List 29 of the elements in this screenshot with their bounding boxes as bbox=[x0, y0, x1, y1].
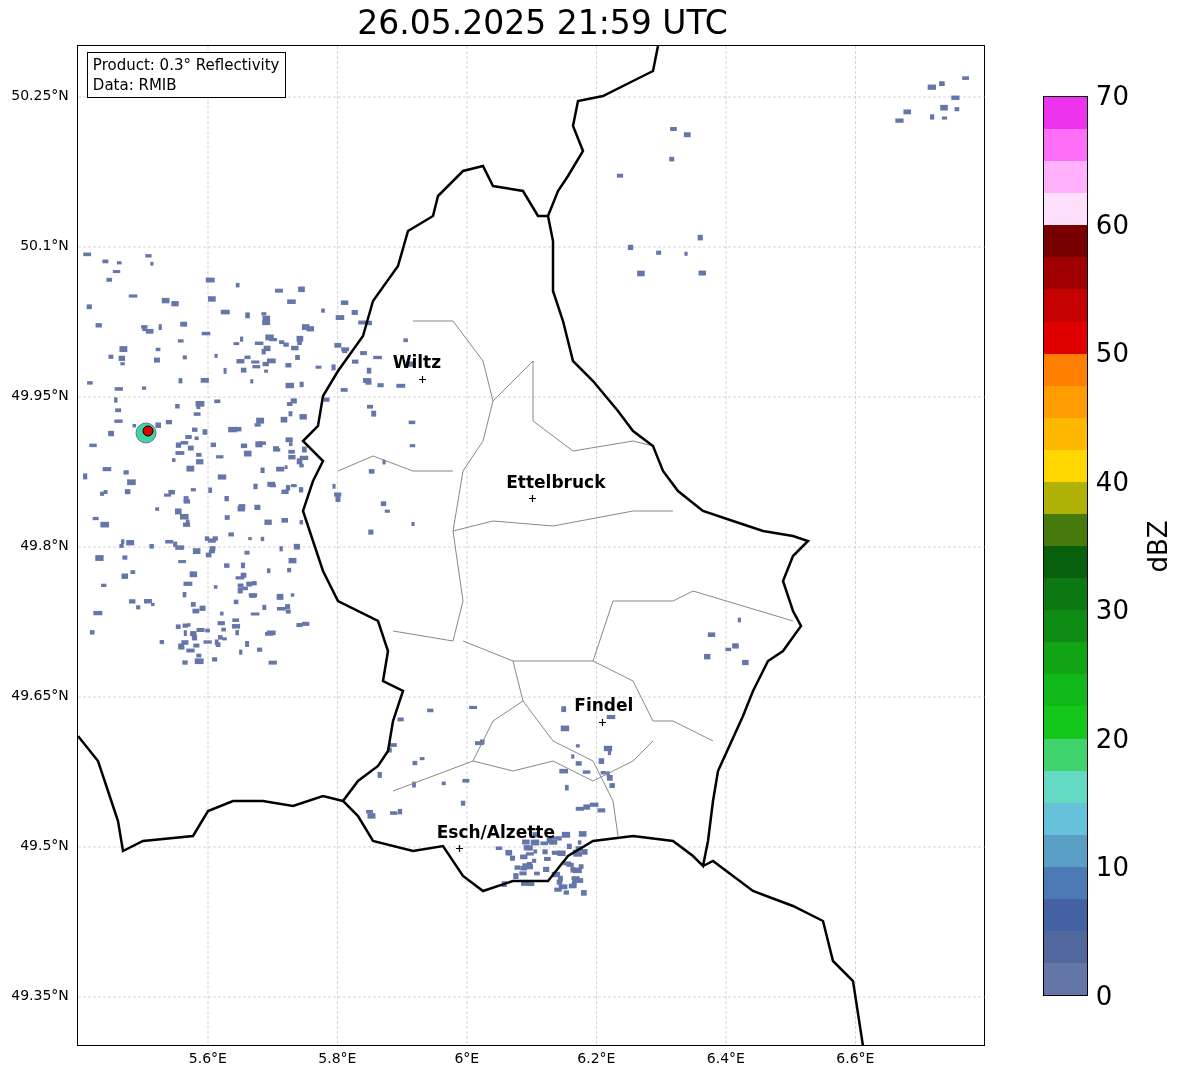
city-label: Esch/Alzette bbox=[436, 824, 555, 841]
colorbar-tick-label: 50 bbox=[1095, 340, 1129, 367]
colorbar-tick-label: 30 bbox=[1095, 597, 1129, 624]
latitude-label: 50.25°N bbox=[11, 88, 69, 102]
latitude-label: 49.5°N bbox=[20, 838, 69, 852]
chart-title: 26.05.2025 21:59 UTC bbox=[357, 6, 728, 39]
latitude-label: 50.1°N bbox=[20, 238, 69, 252]
colorbar-tick-label: 60 bbox=[1095, 211, 1129, 238]
latitude-label: 49.35°N bbox=[11, 988, 69, 1002]
longitude-label: 6.4°E bbox=[706, 1051, 745, 1065]
longitude-label: 6°E bbox=[454, 1051, 480, 1065]
info-text: Product: 0.3° Reflectivity bbox=[92, 55, 280, 75]
longitude-label: 5.8°E bbox=[318, 1051, 357, 1065]
colorbar-tick-label: 20 bbox=[1095, 725, 1129, 752]
colorbar-tick-label: 70 bbox=[1095, 83, 1129, 109]
longitude-label: 6.2°E bbox=[577, 1051, 616, 1065]
latitude-label: 49.8°N bbox=[20, 538, 69, 552]
city-label: Findel bbox=[574, 697, 634, 714]
city-label: Wiltz bbox=[392, 354, 442, 371]
longitude-label: 5.6°E bbox=[188, 1051, 227, 1065]
latitude-label: 49.65°N bbox=[11, 688, 69, 702]
colorbar-tick-label: 40 bbox=[1095, 468, 1129, 495]
colorbar-tick-label: 10 bbox=[1095, 854, 1129, 881]
longitude-label: 6.6°E bbox=[836, 1051, 875, 1065]
info-text: Data: RMIB bbox=[92, 75, 178, 95]
city-label: Ettelbruck bbox=[506, 474, 606, 491]
colorbar-label: dBZ bbox=[1141, 519, 1174, 573]
colorbar-tick-label: 0 bbox=[1095, 983, 1113, 1009]
latitude-label: 49.95°N bbox=[11, 388, 69, 402]
